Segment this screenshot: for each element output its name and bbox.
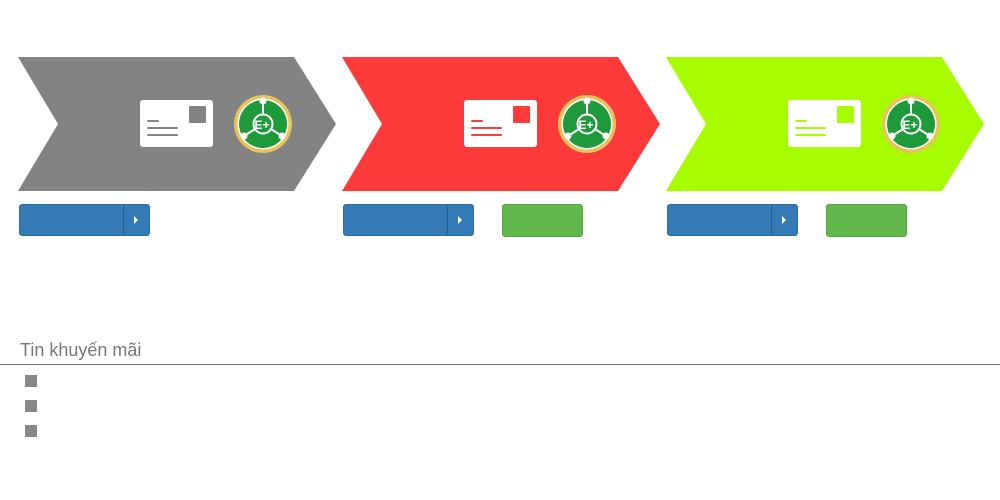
divider [0, 364, 1000, 365]
service-card-2[interactable]: E+ [342, 57, 660, 191]
square-bullet-icon [25, 375, 37, 387]
caret-right-icon[interactable] [447, 205, 473, 235]
id-card-icon [140, 100, 213, 147]
square-bullet-icon [25, 425, 37, 437]
caret-right-icon[interactable] [771, 205, 797, 235]
card-1-dropdown-button[interactable] [19, 204, 150, 236]
card-2-dropdown-button[interactable] [343, 204, 474, 236]
page: E+ E+ E+ Tin khuyến mãi [0, 0, 1000, 500]
logo-text: E+ [578, 118, 593, 132]
logo-text: E+ [254, 118, 269, 132]
service-card-3[interactable]: E+ [666, 57, 984, 191]
logo-text: E+ [902, 118, 917, 132]
e-plus-logo-icon: E+ [234, 95, 292, 153]
e-plus-logo-icon: E+ [882, 95, 940, 153]
id-card-icon [788, 100, 861, 147]
id-card-icon [464, 100, 537, 147]
e-plus-logo-icon: E+ [558, 95, 616, 153]
card-3-action-button[interactable] [826, 204, 907, 237]
card-3-dropdown-button[interactable] [667, 204, 798, 236]
card-2-action-button[interactable] [502, 204, 583, 237]
service-card-1[interactable]: E+ [18, 57, 336, 191]
promotions-title: Tin khuyến mãi [20, 340, 142, 360]
square-bullet-icon [25, 400, 37, 412]
caret-right-icon[interactable] [123, 205, 149, 235]
